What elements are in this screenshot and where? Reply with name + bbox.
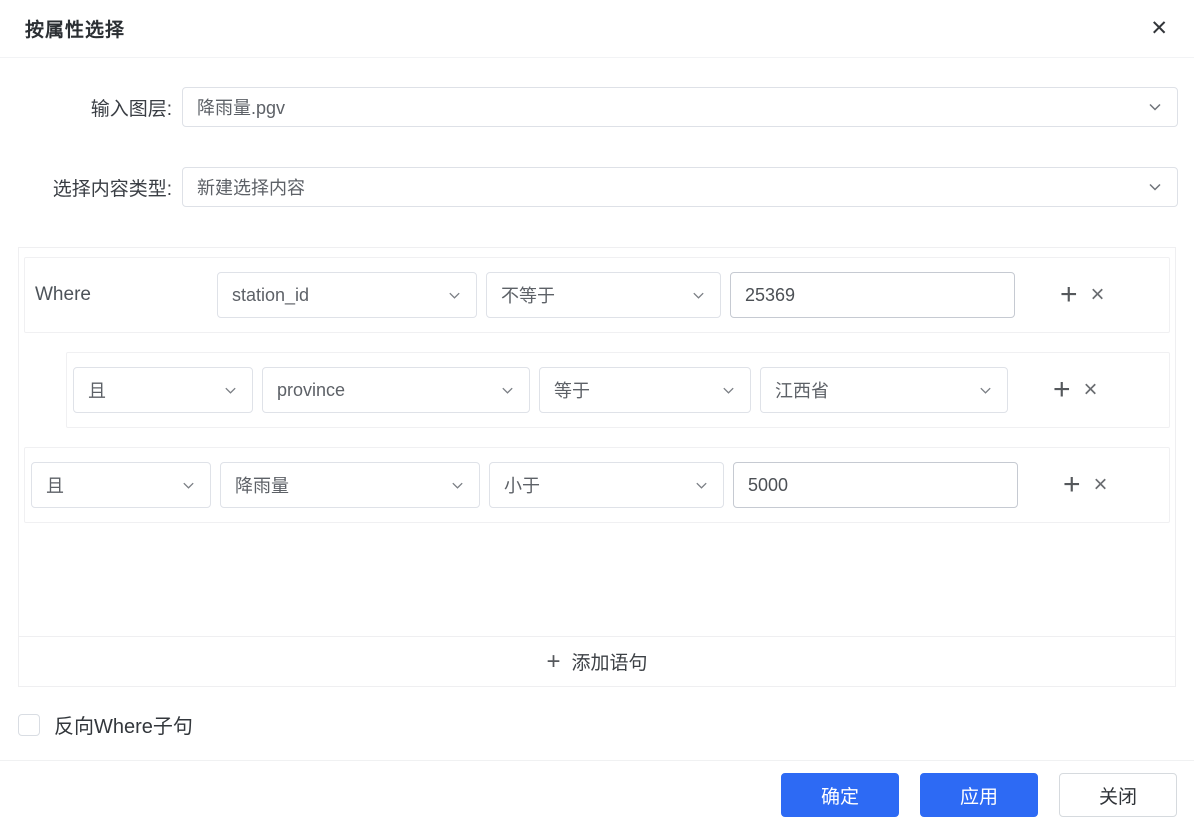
chevron-down-icon (1147, 179, 1163, 195)
operator-value: 不等于 (501, 286, 555, 306)
chevron-down-icon (223, 383, 238, 398)
chevron-down-icon (721, 383, 736, 398)
input-layer-row: 输入图层: 降雨量.pgv (16, 87, 1178, 127)
remove-condition-icon[interactable]: × (1084, 378, 1098, 402)
add-condition-icon[interactable]: + (1060, 280, 1078, 310)
chevron-down-icon (694, 478, 709, 493)
input-layer-select[interactable]: 降雨量.pgv (182, 87, 1178, 127)
value-input[interactable] (730, 272, 1015, 318)
add-statement-label: 添加语句 (571, 653, 648, 674)
field-select[interactable]: province (262, 367, 530, 413)
selection-type-select[interactable]: 新建选择内容 (182, 167, 1178, 207)
row-actions: + × (1053, 375, 1098, 405)
add-statement-button[interactable]: + 添加语句 (19, 636, 1175, 686)
where-keyword-label: Where (35, 284, 91, 305)
chevron-down-icon (450, 478, 465, 493)
selection-type-label: 选择内容类型: (52, 178, 172, 200)
select-by-attributes-dialog: 按属性选择 ✕ 输入图层: 降雨量.pgv 选择内容类型: 新建选择内容 Whe… (0, 0, 1194, 832)
logic-select[interactable]: 且 (31, 462, 211, 508)
invert-where-row: 反向Where子句 (0, 687, 1194, 739)
operator-select[interactable]: 等于 (539, 367, 751, 413)
plus-icon: + (546, 647, 561, 675)
operator-select[interactable]: 小于 (489, 462, 724, 508)
dialog-title: 按属性选择 (25, 20, 126, 41)
dialog-header: 按属性选择 ✕ (0, 0, 1194, 58)
row-actions: + × (1063, 470, 1108, 500)
field-value: station_id (232, 284, 310, 305)
logic-value: 且 (88, 381, 106, 401)
logic-select[interactable]: 且 (73, 367, 253, 413)
chevron-down-icon (181, 478, 196, 493)
chevron-down-icon (500, 383, 515, 398)
form-area: 输入图层: 降雨量.pgv 选择内容类型: 新建选择内容 (0, 58, 1194, 247)
field-select[interactable]: station_id (217, 272, 477, 318)
selection-type-value: 新建选择内容 (197, 178, 305, 198)
add-condition-icon[interactable]: + (1063, 470, 1081, 500)
where-rows-area: Where station_id 不等于 + × (19, 248, 1175, 636)
operator-select[interactable]: 不等于 (486, 272, 721, 318)
input-layer-label: 输入图层: (90, 98, 172, 120)
field-select[interactable]: 降雨量 (220, 462, 480, 508)
field-value: 降雨量 (235, 476, 289, 496)
where-row: 且 province 等于 江西省 + × (66, 352, 1170, 428)
add-condition-icon[interactable]: + (1053, 375, 1071, 405)
chevron-down-icon (691, 288, 706, 303)
value-text: 江西省 (775, 381, 829, 401)
remove-condition-icon[interactable]: × (1091, 283, 1105, 307)
ok-button[interactable]: 确定 (781, 773, 899, 817)
operator-value: 小于 (504, 476, 540, 496)
operator-value: 等于 (554, 381, 590, 401)
invert-where-checkbox[interactable] (18, 713, 40, 736)
selection-type-row: 选择内容类型: 新建选择内容 (16, 167, 1178, 207)
where-builder: Where station_id 不等于 + × (18, 247, 1176, 687)
remove-condition-icon[interactable]: × (1094, 473, 1108, 497)
invert-where-label: 反向Where子句 (54, 716, 193, 738)
dialog-footer: 确定 应用 关闭 (0, 760, 1194, 817)
input-layer-value: 降雨量.pgv (197, 98, 286, 118)
chevron-down-icon (447, 288, 462, 303)
chevron-down-icon (1147, 99, 1163, 115)
field-value: province (277, 379, 346, 400)
logic-value: 且 (46, 476, 64, 496)
value-input[interactable] (733, 462, 1018, 508)
chevron-down-icon (978, 383, 993, 398)
row-actions: + × (1060, 280, 1105, 310)
close-button[interactable]: 关闭 (1059, 773, 1177, 817)
close-icon[interactable]: ✕ (1150, 18, 1168, 39)
where-row: Where station_id 不等于 + × (24, 257, 1170, 333)
apply-button[interactable]: 应用 (920, 773, 1038, 817)
value-select[interactable]: 江西省 (760, 367, 1008, 413)
where-row: 且 降雨量 小于 5000 + × (24, 447, 1170, 523)
